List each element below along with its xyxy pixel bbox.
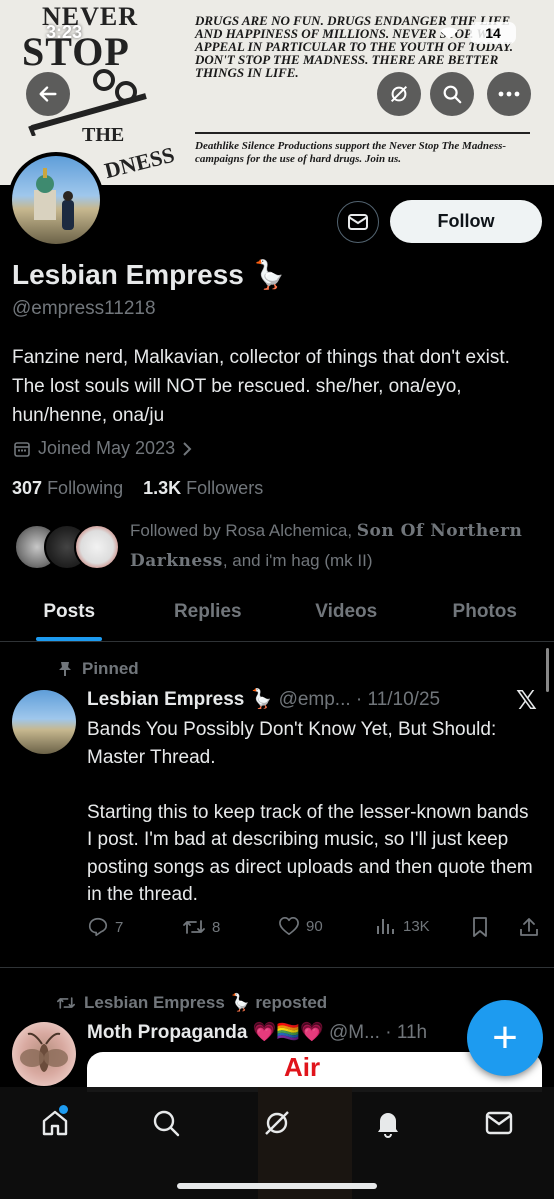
- joined-date[interactable]: Joined May 2023: [12, 438, 193, 459]
- tweet-divider: [0, 967, 554, 968]
- followers-label: Followers: [186, 478, 264, 498]
- analytics-icon: [377, 919, 394, 934]
- nav-home[interactable]: [35, 1103, 75, 1143]
- pinned-label: Pinned: [82, 659, 139, 678]
- follow-button[interactable]: Follow: [390, 200, 542, 243]
- reply-count: 7: [115, 918, 124, 936]
- more-dots-icon: [498, 91, 520, 97]
- following-link[interactable]: 307 Following: [12, 478, 123, 498]
- bell-icon: [378, 1113, 398, 1138]
- followed-by-text[interactable]: Followed by Rosa Alchemica, Son Of North…: [130, 516, 545, 576]
- profile-bio: Fanzine nerd, Malkavian, collector of th…: [12, 347, 510, 426]
- wifi-icon: [438, 26, 460, 43]
- nav-notifications[interactable]: [368, 1103, 408, 1143]
- chevron-right-icon: [183, 441, 192, 456]
- home-indicator: [177, 1183, 377, 1189]
- followed-by-prefix: Followed by Rosa Alchemica,: [130, 521, 357, 540]
- status-time: 3:23: [46, 22, 83, 42]
- followers-link[interactable]: 1.3K Followers: [143, 478, 263, 498]
- follower-avatar: [74, 524, 120, 570]
- tab-posts[interactable]: Posts: [0, 590, 139, 641]
- views-count: 13K: [403, 917, 430, 935]
- back-button[interactable]: [26, 72, 70, 116]
- tweet-text[interactable]: Bands You Possibly Don't Know Yet, But S…: [87, 716, 537, 909]
- bookmark-icon: [473, 917, 487, 937]
- envelope-icon: [485, 1111, 513, 1135]
- repost-label[interactable]: Lesbian Empress 🪿 reposted: [84, 993, 327, 1013]
- calendar-icon: [14, 441, 30, 457]
- moth-author-avatar[interactable]: [12, 1022, 76, 1086]
- share-icon: [520, 918, 538, 936]
- media-title: Air: [284, 1052, 321, 1082]
- battery-indicator: 14: [470, 22, 516, 44]
- tweet-author-avatar[interactable]: [12, 690, 76, 754]
- nav-search[interactable]: [146, 1103, 186, 1143]
- profile-handle: @empress11218: [12, 298, 156, 319]
- profile-avatar[interactable]: [8, 152, 104, 248]
- follow-stats: 307 Following 1.3K Followers: [12, 478, 263, 499]
- tab-replies[interactable]: Replies: [139, 590, 278, 641]
- like-count: 90: [306, 917, 323, 935]
- repost-button[interactable]: 8: [182, 916, 220, 938]
- tab-photos[interactable]: Photos: [416, 590, 554, 641]
- following-label: Following: [47, 478, 124, 498]
- nav-messages[interactable]: [479, 1103, 519, 1143]
- grok-icon: [265, 1111, 289, 1135]
- moth-tweet-header: Moth Propaganda 💗🏳️‍🌈💗 @M... · 11h: [87, 1020, 427, 1044]
- envelope-icon: [348, 214, 368, 230]
- search-icon: [443, 85, 462, 104]
- heart-icon: [279, 917, 299, 935]
- followed-by-suffix: , and i'm hag (mk II): [222, 551, 373, 570]
- bookmark-button[interactable]: [471, 916, 489, 938]
- nav-grok[interactable]: [257, 1103, 297, 1143]
- notification-dot: [59, 1105, 68, 1114]
- bottom-navigation: [0, 1087, 554, 1199]
- grok-button[interactable]: [377, 72, 421, 116]
- share-button[interactable]: [519, 916, 539, 938]
- followers-count: 1.3K: [143, 478, 182, 498]
- search-icon: [153, 1110, 180, 1137]
- profile-name: Lesbian Empress 🪿: [12, 259, 287, 290]
- tweet-handle-date: @emp... · 11/10/25: [278, 689, 441, 710]
- like-button[interactable]: 90: [278, 916, 323, 936]
- reply-icon: [88, 917, 108, 937]
- pinned-indicator: Pinned: [58, 659, 139, 679]
- moth-handle-date: @M... · 11h: [328, 1022, 428, 1043]
- x-logo-icon[interactable]: 𝕏: [516, 686, 537, 716]
- banner-divider: [195, 132, 530, 134]
- moth-author-name[interactable]: Moth Propaganda 💗🏳️‍🌈💗: [87, 1022, 324, 1043]
- banner-logo-the: THE: [82, 124, 125, 146]
- repost-icon: [183, 920, 205, 934]
- tweet-actions: 7 8 90 13K: [87, 916, 542, 944]
- compose-button[interactable]: +: [467, 1000, 543, 1076]
- search-button[interactable]: [430, 72, 474, 116]
- banner-footer: Deathlike Silence Productions support th…: [195, 140, 507, 165]
- profile-tabs: Posts Replies Videos Photos: [0, 590, 554, 642]
- tweet-header: Lesbian Empress 🪿 @emp... · 11/10/25: [87, 687, 487, 711]
- grok-icon: [390, 85, 408, 103]
- joined-text: Joined May 2023: [38, 438, 176, 458]
- arrow-left-icon: [39, 86, 57, 102]
- following-count: 307: [12, 478, 43, 498]
- plus-icon: +: [492, 1013, 518, 1062]
- message-button[interactable]: [337, 201, 379, 243]
- scrollbar[interactable]: [546, 648, 549, 692]
- pin-icon: [59, 662, 71, 676]
- more-options-button[interactable]: [487, 72, 531, 116]
- views-button[interactable]: 13K: [375, 916, 430, 936]
- repost-small-icon: [56, 997, 75, 1009]
- tweet-author-name[interactable]: Lesbian Empress 🪿: [87, 689, 273, 710]
- repost-indicator: Lesbian Empress 🪿 reposted: [56, 993, 327, 1013]
- followed-by-avatars[interactable]: [14, 524, 120, 572]
- reply-button[interactable]: 7: [87, 916, 123, 938]
- tab-videos[interactable]: Videos: [277, 590, 416, 641]
- banner-logo-madness: DNESS: [101, 141, 177, 184]
- repost-count: 8: [212, 918, 221, 936]
